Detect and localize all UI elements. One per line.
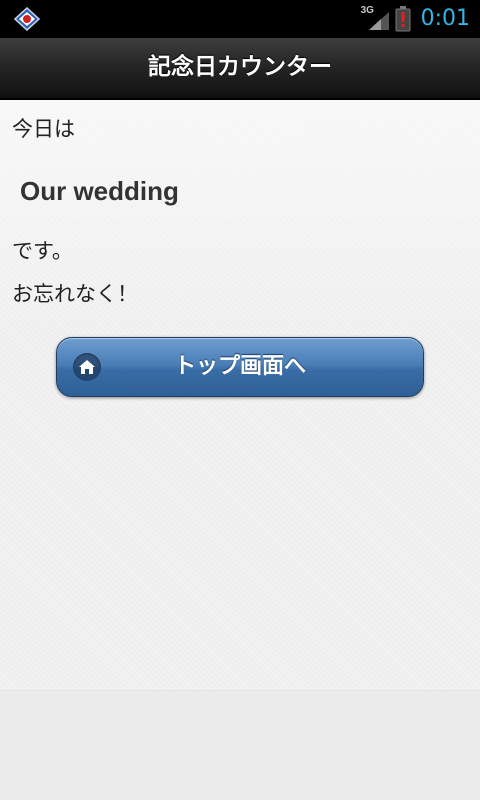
reminder-text: お忘れなく！ (12, 282, 138, 306)
page-title: 記念日カウンター (148, 54, 332, 80)
status-bar: 3G 0:01 (0, 0, 480, 38)
intro-text: 今日は (12, 117, 75, 141)
app-notification-icon (13, 6, 41, 32)
signal-icon: 3G (361, 6, 389, 32)
status-indicators: 3G 0:01 (361, 0, 470, 38)
top-screen-button-label: トップ画面へ (173, 354, 306, 379)
bottom-area (0, 690, 480, 800)
anniversary-name: Our wedding (20, 176, 179, 206)
title-bar: 記念日カウンター (0, 38, 480, 100)
top-screen-button[interactable]: トップ画面へ (56, 337, 424, 397)
status-clock: 0:01 (420, 6, 470, 31)
content-inner: 今日は Our wedding です。 お忘れなく！ トップ画面へ (0, 100, 480, 690)
content-area: 今日は Our wedding です。 お忘れなく！ トップ画面へ (0, 100, 480, 690)
suffix-text: です。 (12, 239, 73, 263)
battery-low-icon (395, 6, 411, 32)
